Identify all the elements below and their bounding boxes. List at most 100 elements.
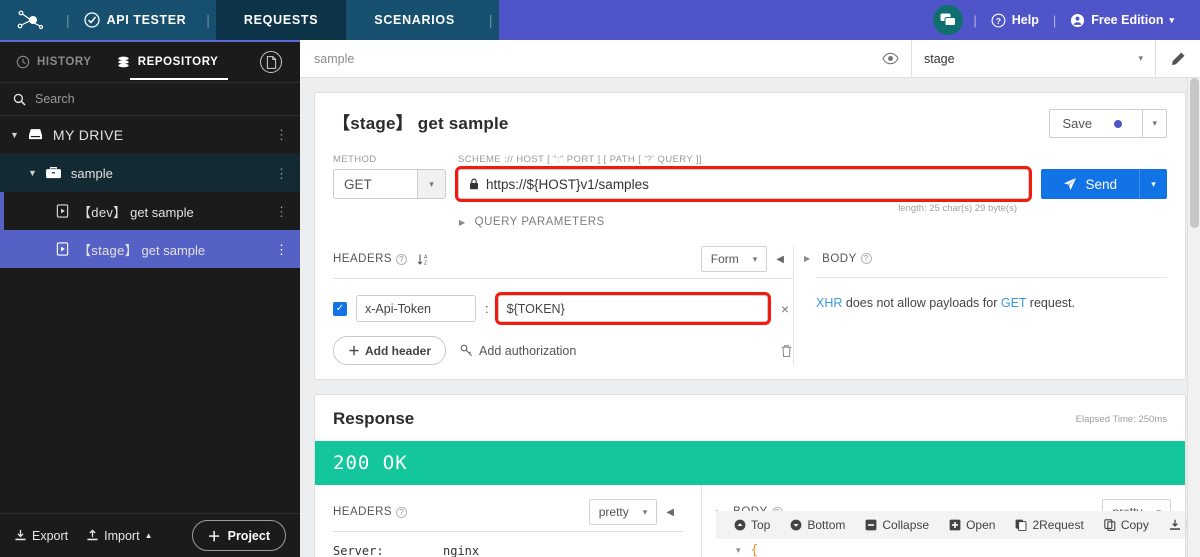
collapse-label: Collapse (882, 518, 930, 532)
chevron-down-icon[interactable]: ▼ (28, 168, 37, 178)
app-logo[interactable] (0, 0, 60, 40)
tree-item-menu[interactable]: ⋮ (275, 243, 288, 256)
add-project-button[interactable]: ＋ Project (191, 520, 286, 551)
response-headers-prev-button[interactable]: ◀ (657, 507, 683, 518)
download-icon (1169, 519, 1180, 530)
tree-item-stage-get-sample[interactable]: 【stage】 get sample ⋮ (0, 230, 300, 268)
help-icon[interactable]: ? (396, 506, 408, 518)
sidebar-tabbar: HISTORY REPOSITORY (0, 42, 300, 82)
search-input[interactable]: Search (0, 82, 300, 116)
save-button[interactable]: Save (1049, 109, 1144, 138)
app-body: HISTORY REPOSITORY Search ▼ MY DRIVE ⋮ ▼… (0, 40, 1200, 557)
sidebar: HISTORY REPOSITORY Search ▼ MY DRIVE ⋮ ▼… (0, 40, 300, 557)
sidebar-footer: Export Import ▲ ＋ Project (0, 513, 300, 557)
send-button[interactable]: Send (1041, 169, 1139, 199)
tree-item-label: 【dev】 get sample (78, 202, 194, 221)
sidebar-tab-history[interactable]: HISTORY (4, 42, 104, 82)
header-value-input[interactable]: ${TOKEN} (494, 292, 771, 325)
tab-scenarios[interactable]: SCENARIOS (346, 0, 483, 40)
save-label: Save (1062, 116, 1093, 131)
sidebar-tab-repository[interactable]: REPOSITORY (104, 42, 231, 82)
plus-icon: ＋ (207, 529, 221, 544)
save-dropdown-button[interactable]: ▾ (1143, 109, 1167, 138)
open-button[interactable]: Open (939, 516, 1005, 534)
url-length-note: length: 25 char(s) 29 byte(s) (898, 203, 1017, 214)
url-input[interactable]: https://${HOST}v1/samples (454, 166, 1033, 202)
scroll-top-button[interactable]: Top (724, 516, 780, 534)
sort-az-icon[interactable]: A Z (417, 253, 430, 266)
svg-text:Z: Z (424, 260, 428, 266)
xhr-link[interactable]: XHR (816, 296, 842, 310)
query-parameters-toggle[interactable]: ▶ QUERY PARAMETERS (333, 216, 1167, 228)
method-label: METHOD (333, 154, 377, 165)
remove-header-button[interactable]: × (777, 301, 793, 317)
add-authorization-button[interactable]: Add authorization (460, 344, 576, 358)
get-method-link[interactable]: GET (1001, 296, 1026, 310)
scrollbar-thumb[interactable] (1190, 78, 1199, 228)
headers-prev-button[interactable]: ◀ (767, 254, 793, 265)
tab-requests[interactable]: REQUESTS (215, 0, 347, 40)
response-headers-mode-value: pretty (598, 505, 629, 519)
edition-menu[interactable]: Free Edition ▾ (1058, 13, 1186, 28)
chat-icon[interactable] (933, 5, 964, 35)
response-headers-title-group: HEADERS ? (333, 506, 408, 518)
main-scrollbar[interactable] (1187, 78, 1200, 557)
headers-body-panes: HEADERS ? A Z Form ▾ ◀ ✓ x-Api-Token: $… (333, 246, 1167, 365)
chevron-down-icon[interactable]: ▼ (10, 130, 19, 140)
topbar-divider-2: | (1052, 12, 1057, 28)
to-request-button[interactable]: 2Request (1005, 516, 1093, 534)
copy-button[interactable]: Copy (1094, 516, 1159, 534)
add-authorization-label: Add authorization (479, 343, 577, 358)
header-enabled-checkbox[interactable]: ✓ (333, 301, 347, 316)
key-icon (460, 344, 473, 357)
tree-item-menu[interactable]: ⋮ (275, 128, 288, 141)
edit-stage-button[interactable] (1156, 40, 1200, 77)
request-headers-title-group: HEADERS ? A Z (333, 253, 430, 266)
topbar-divider-1: | (973, 12, 977, 28)
request-title-row: 【stage】 get sample Save ▾ (333, 109, 1167, 138)
headers-mode-select[interactable]: Form ▾ (700, 246, 768, 272)
stage-selector[interactable]: stage ▾ (911, 40, 1156, 77)
chevron-down-icon[interactable]: ▾ (417, 170, 445, 198)
sidebar-tab-history-label: HISTORY (37, 56, 92, 68)
plus-icon: ＋ (348, 344, 361, 358)
request-body-pane: ▶ BODY ? XHR does not allow payloads for… (794, 246, 1167, 365)
export-button[interactable]: Export (14, 529, 68, 543)
minus-square-icon (865, 519, 877, 531)
eye-icon (882, 52, 899, 65)
new-document-button[interactable] (260, 51, 282, 73)
help-icon[interactable]: ? (860, 253, 872, 264)
add-header-label: Add header (365, 343, 432, 358)
add-header-button[interactable]: ＋ Add header (333, 336, 447, 365)
tree-item-menu[interactable]: ⋮ (275, 167, 288, 180)
status-badge: 200 OK (315, 441, 1185, 485)
send-dropdown-button[interactable]: ▾ (1139, 169, 1167, 199)
delete-headers-button[interactable] (780, 344, 793, 358)
tree-item-dev-get-sample[interactable]: 【dev】 get sample ⋮ (0, 192, 300, 230)
main-header-controls: stage ▾ (870, 40, 1200, 77)
collapse-button[interactable]: Collapse (855, 516, 939, 534)
scroll-bottom-button[interactable]: Bottom (780, 516, 855, 534)
method-select[interactable]: GET ▾ (333, 169, 446, 199)
response-headers-mode-select[interactable]: pretty ▾ (588, 499, 658, 525)
tree-item-sample-folder[interactable]: ▼ sample ⋮ (0, 154, 300, 192)
tree-item-menu[interactable]: ⋮ (275, 205, 288, 218)
import-button[interactable]: Import ▲ (86, 529, 153, 543)
request-url-row: GET ▾ https://${HOST}v1/samples Send ▾ (333, 166, 1167, 202)
preview-toggle[interactable] (870, 40, 911, 77)
page-title: 【stage】 get sample (333, 114, 509, 133)
chevron-right-icon: ▶ (459, 217, 466, 227)
help-button[interactable]: ? Help (979, 13, 1051, 28)
tree-item-my-drive[interactable]: ▼ MY DRIVE ⋮ (0, 116, 300, 154)
header-actions: ＋ Add header Add authorization (333, 336, 793, 365)
tree-item-label: MY DRIVE (52, 126, 124, 143)
pencil-icon (1171, 52, 1185, 65)
brand-text: API TESTER (106, 13, 187, 27)
chevron-down-icon[interactable]: ▾ (736, 545, 741, 556)
body-note-suffix: request. (1026, 296, 1075, 310)
help-icon[interactable]: ? (396, 253, 408, 265)
request-file-icon (56, 204, 69, 218)
header-key-input[interactable]: x-Api-Token (356, 295, 476, 322)
plus-square-icon (949, 519, 961, 531)
chevron-right-icon[interactable]: ▶ (804, 254, 810, 263)
